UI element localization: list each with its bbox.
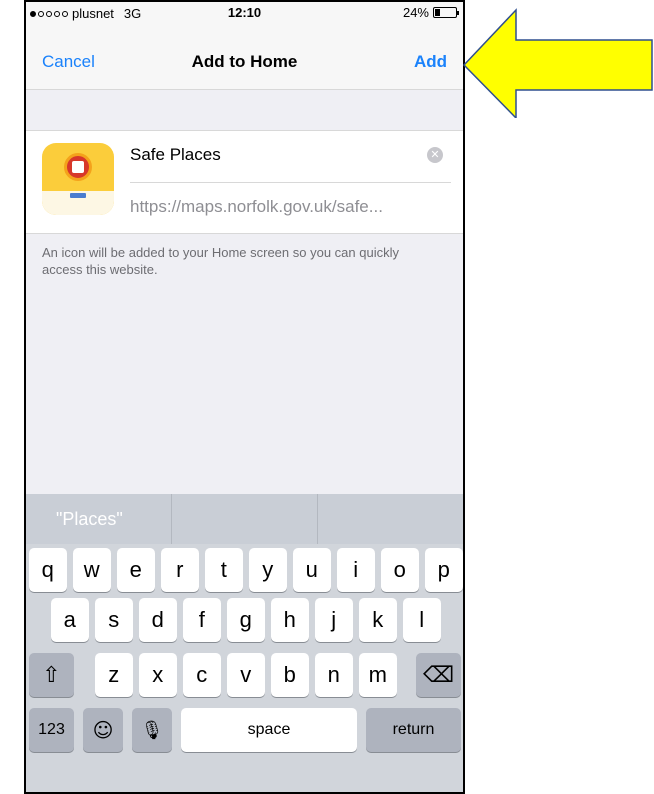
hint-text: An icon will be added to your Home scree… <box>42 245 399 277</box>
key-s[interactable]: s <box>95 598 133 642</box>
web-clip-icon <box>42 143 114 215</box>
status-time: 12:10 <box>227 5 262 20</box>
navigation-bar: Cancel Add to Home Add <box>26 24 463 90</box>
key-w[interactable]: w <box>73 548 111 592</box>
name-field-value: Safe Places <box>130 145 221 164</box>
key-f[interactable]: f <box>183 598 221 642</box>
delete-key[interactable]: ⌫ <box>416 653 461 697</box>
key-c[interactable]: c <box>183 653 221 697</box>
dictation-key[interactable]: 🎙 <box>132 708 172 752</box>
status-bar: plusnet 3G 12:10 24% <box>26 2 463 24</box>
key-t[interactable]: t <box>205 548 243 592</box>
key-j[interactable]: j <box>315 598 353 642</box>
battery-percent: 24% <box>402 5 429 20</box>
status-right: 24% <box>402 5 459 20</box>
emoji-icon: ☺ <box>92 718 114 742</box>
key-n[interactable]: n <box>315 653 353 697</box>
key-g[interactable]: g <box>227 598 265 642</box>
key-p[interactable]: p <box>425 548 463 592</box>
space-key[interactable]: space <box>181 708 357 752</box>
return-key[interactable]: return <box>366 708 461 752</box>
key-i[interactable]: i <box>337 548 375 592</box>
shift-key[interactable]: ⇧ <box>29 653 74 697</box>
phone-screen: plusnet 3G 12:10 24% Cancel Add to Home … <box>24 0 465 794</box>
battery-icon <box>433 7 459 18</box>
key-b[interactable]: b <box>271 653 309 697</box>
suggestion-3[interactable] <box>318 494 463 544</box>
key-v[interactable]: v <box>227 653 265 697</box>
add-button[interactable]: Add <box>414 52 447 72</box>
suggestion-2[interactable] <box>172 494 318 544</box>
numbers-key[interactable]: 123 <box>29 708 74 752</box>
microphone-icon: 🎙 <box>140 719 164 741</box>
shift-icon: ⇧ <box>42 662 61 688</box>
key-r[interactable]: r <box>161 548 199 592</box>
delete-icon: ⌫ <box>422 662 455 688</box>
url-text: https://maps.norfolk.gov.uk/safe... <box>130 197 383 216</box>
key-h[interactable]: h <box>271 598 309 642</box>
key-q[interactable]: q <box>29 548 67 592</box>
predictive-bar: "Places" <box>26 494 463 544</box>
bookmark-form: Safe Places ✕ https://maps.norfolk.gov.u… <box>26 130 463 234</box>
emoji-key[interactable]: ☺ <box>83 708 123 752</box>
keyboard: "Places" qwertyuiop asdfghjkl zxcvbnm ⇧ … <box>26 494 463 792</box>
page-title: Add to Home <box>191 52 298 71</box>
key-z[interactable]: z <box>95 653 133 697</box>
key-m[interactable]: m <box>359 653 397 697</box>
name-field[interactable]: Safe Places ✕ <box>130 143 451 183</box>
key-e[interactable]: e <box>117 548 155 592</box>
key-d[interactable]: d <box>139 598 177 642</box>
key-u[interactable]: u <box>293 548 331 592</box>
key-y[interactable]: y <box>249 548 287 592</box>
key-k[interactable]: k <box>359 598 397 642</box>
key-x[interactable]: x <box>139 653 177 697</box>
annotation-arrow-icon <box>462 8 653 118</box>
key-l[interactable]: l <box>403 598 441 642</box>
key-a[interactable]: a <box>51 598 89 642</box>
key-o[interactable]: o <box>381 548 419 592</box>
suggestion-1[interactable]: "Places" <box>26 494 172 544</box>
clear-text-icon[interactable]: ✕ <box>427 147 443 163</box>
